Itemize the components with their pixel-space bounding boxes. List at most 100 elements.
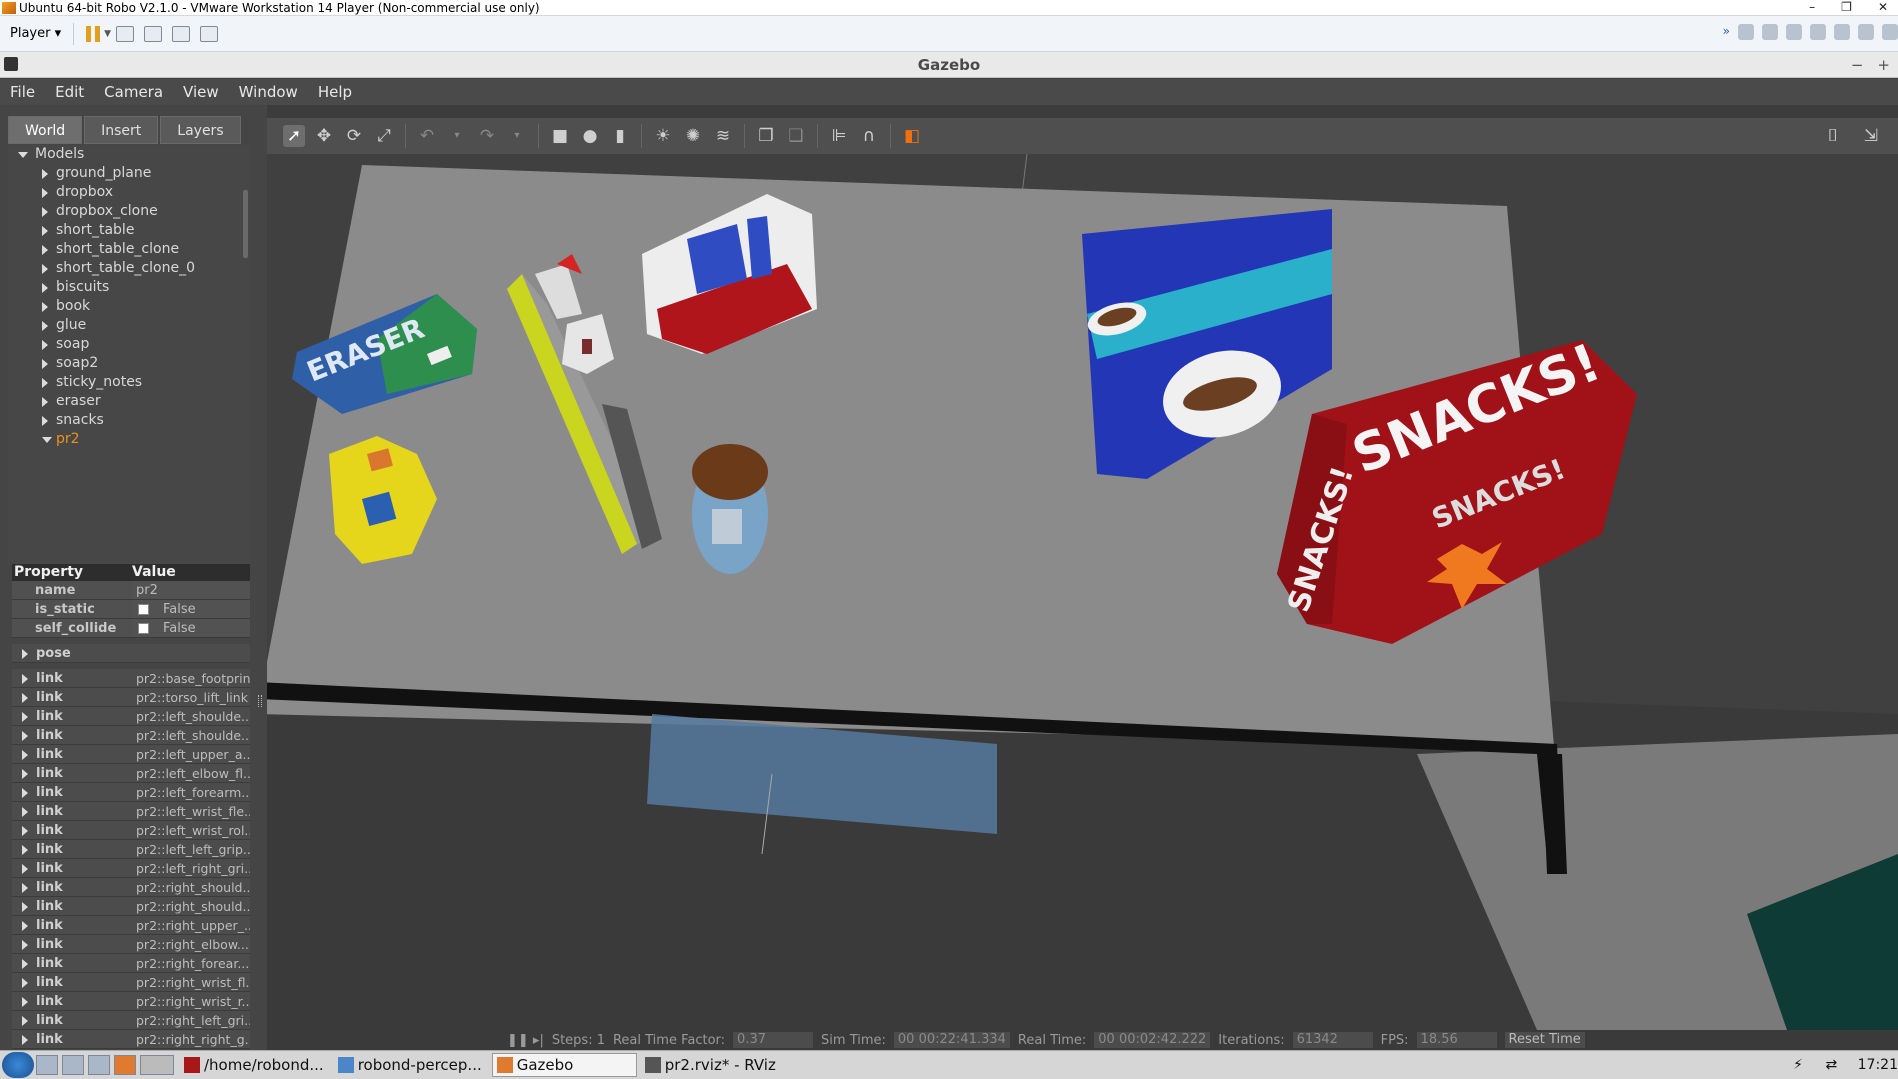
expand-arrow-icon[interactable] [22,649,28,659]
tree-item[interactable]: sticky_notes [8,373,250,392]
tree-item-selected[interactable]: pr2 [8,430,250,449]
expand-arrow-icon[interactable] [22,883,28,893]
expand-arrow-icon[interactable] [22,750,28,760]
link-row[interactable]: link pr2::left_upper_a... [12,745,250,764]
tree-item[interactable]: dropbox_clone [8,202,250,221]
paste-icon[interactable]: ❑ [785,125,807,147]
expand-arrow-icon[interactable] [22,1016,28,1026]
link-row[interactable]: link pr2::right_should... [12,897,250,916]
point-light-icon[interactable]: ☀ [652,125,674,147]
tab-world[interactable]: World [8,116,83,144]
sound-icon[interactable] [1834,24,1850,40]
cd-icon[interactable] [1762,24,1778,40]
link-row[interactable]: link pr2::left_forearm... [12,783,250,802]
expand-arrow-icon[interactable] [22,997,28,1007]
menu-file[interactable]: File [0,83,45,101]
is-static-checkbox[interactable] [138,604,149,615]
property-row-pose[interactable]: pose [12,644,250,663]
message-icon[interactable] [1882,24,1898,40]
expand-arrow-icon[interactable] [22,712,28,722]
expand-arrow-icon[interactable] [22,769,28,779]
expand-arrow-icon[interactable] [42,378,48,388]
translate-mode-icon[interactable]: ✥ [313,125,335,147]
gazebo-maximize-button[interactable]: + [1877,56,1890,74]
snap-icon[interactable]: ∩ [858,125,880,147]
link-row[interactable]: link pr2::left_elbow_fl... [12,764,250,783]
view-angle-icon[interactable]: ◧ [901,125,923,147]
player-menu-button[interactable]: Player ▾ [6,24,65,43]
self-collide-checkbox[interactable] [138,623,149,634]
tree-item[interactable]: soap [8,335,250,354]
play-pause-icon[interactable]: ❚❚ ▸| [507,1033,544,1048]
link-row[interactable]: link pr2::right_right_g... [12,1030,250,1049]
tree-item[interactable]: book [8,297,250,316]
tree-item[interactable]: soap2 [8,354,250,373]
tree-item[interactable]: ground_plane [8,164,250,183]
reset-time-button[interactable]: Reset Time [1504,1032,1585,1048]
tree-item[interactable]: glue [8,316,250,335]
close-button[interactable]: ✕ [1878,0,1888,14]
expand-arrow-icon[interactable] [22,845,28,855]
expand-arrow-icon[interactable] [42,264,48,274]
menu-edit[interactable]: Edit [45,83,94,101]
taskbar-task-active[interactable]: Gazebo [491,1053,637,1077]
menu-camera[interactable]: Camera [94,83,173,101]
terminal-launcher-icon[interactable] [88,1055,110,1075]
menu-view[interactable]: View [173,83,229,101]
rotate-mode-icon[interactable]: ⟳ [343,125,365,147]
copy-icon[interactable]: ❐ [755,125,777,147]
link-row[interactable]: link pr2::right_wrist_fl... [12,973,250,992]
expand-arrow-icon[interactable] [22,959,28,969]
tree-item[interactable]: snacks [8,411,250,430]
start-menu-icon[interactable] [2,1052,34,1078]
expand-arrow-icon[interactable] [22,1035,28,1045]
link-row[interactable]: link pr2::base_footprint [12,669,250,688]
expand-arrow-icon[interactable] [42,283,48,293]
restore-button[interactable]: ❐ [1841,0,1852,14]
redo-dropdown-icon[interactable]: ▾ [506,125,528,147]
link-row[interactable]: link pr2::right_left_gri... [12,1011,250,1030]
expand-arrow-icon[interactable] [42,302,48,312]
link-row[interactable]: link pr2::left_right_gri... [12,859,250,878]
link-row[interactable]: link pr2::left_left_grip... [12,840,250,859]
link-row[interactable]: link pr2::right_should... [12,878,250,897]
link-row[interactable]: link pr2::torso_lift_link [12,688,250,707]
pause-icon[interactable] [86,25,101,42]
usb-icon[interactable] [1810,24,1826,40]
network-tray-icon[interactable]: ⇄ [1825,1057,1837,1073]
tree-item[interactable]: eraser [8,392,250,411]
expand-arrow-icon[interactable] [18,152,28,158]
expand-arrow-icon[interactable] [42,321,48,331]
taskbar-task[interactable]: pr2.rviz* - RViz [641,1053,782,1077]
expand-arrow-icon[interactable] [42,207,48,217]
link-row[interactable]: link pr2::right_elbow... [12,935,250,954]
expand-arrow-icon[interactable] [42,437,52,443]
box-shape-icon[interactable]: ■ [549,125,571,147]
link-row[interactable]: link pr2::left_wrist_rol... [12,821,250,840]
link-row[interactable]: link pr2::right_wrist_r... [12,992,250,1011]
expand-icon[interactable]: » [1723,24,1730,40]
tree-item[interactable]: short_table_clone [8,240,250,259]
fullscreen-icon[interactable] [172,25,191,42]
tree-root-models[interactable]: Models [8,145,250,164]
chevron-down-icon[interactable]: ▼ [104,29,111,39]
expand-arrow-icon[interactable] [42,359,48,369]
link-row[interactable]: link pr2::left_wrist_fle... [12,802,250,821]
name-value-field[interactable]: pr2 [132,581,250,599]
expand-arrow-icon[interactable] [22,921,28,931]
hard-disk-icon[interactable] [1738,24,1754,40]
expand-arrow-icon[interactable] [22,807,28,817]
menu-help[interactable]: Help [308,83,362,101]
expand-arrow-icon[interactable] [22,731,28,741]
spot-light-icon[interactable]: ✺ [682,125,704,147]
expand-arrow-icon[interactable] [42,340,48,350]
scene-render[interactable]: ERASER SNACKS! SNACKS! SNACKS! [267,154,1898,1030]
directional-light-icon[interactable]: ≋ [712,125,734,147]
panel-splitter-handle[interactable] [258,695,262,707]
gazebo-minimize-button[interactable]: − [1851,56,1864,74]
redo-icon[interactable]: ↷ [476,125,498,147]
expand-arrow-icon[interactable] [42,188,48,198]
unity-icon[interactable] [200,25,219,42]
cylinder-shape-icon[interactable]: ▮ [609,125,631,147]
undo-dropdown-icon[interactable]: ▾ [446,125,468,147]
